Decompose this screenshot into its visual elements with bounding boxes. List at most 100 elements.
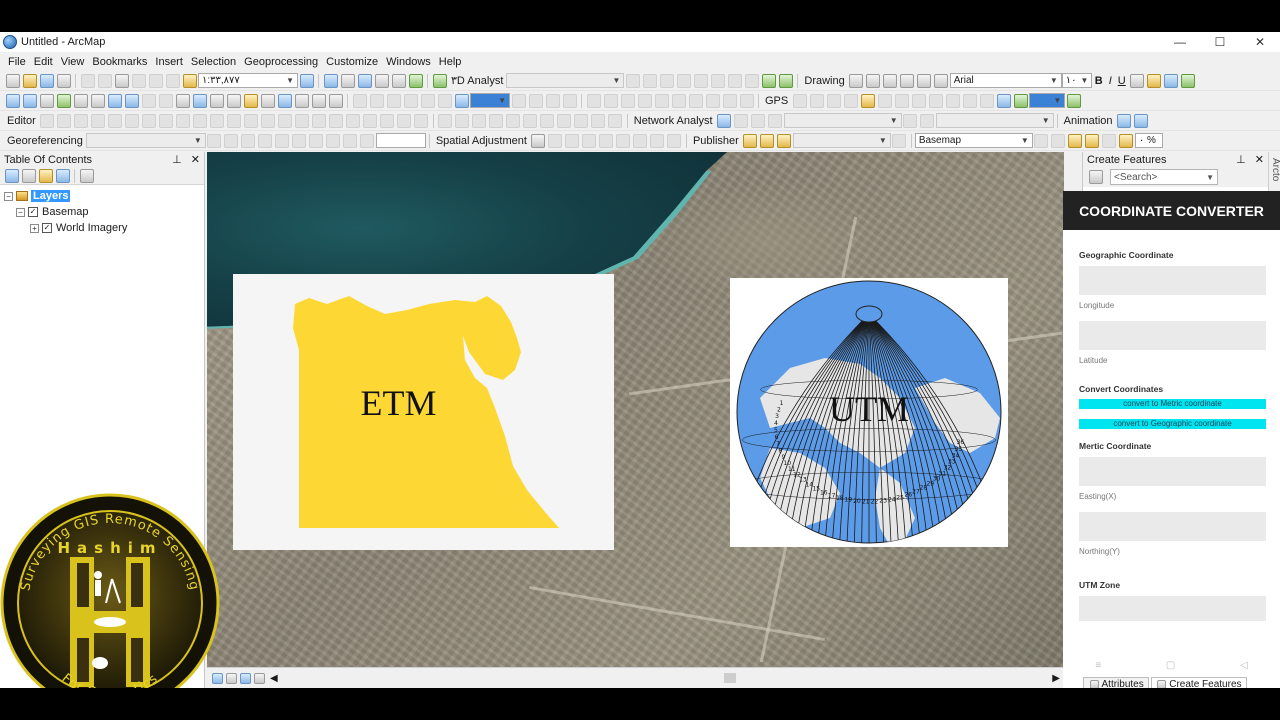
hyperlink-icon[interactable] (209, 93, 224, 108)
map-tips-icon[interactable] (996, 93, 1011, 108)
horizontal-scrollbar[interactable] (284, 671, 1053, 685)
new-displacement-link-icon[interactable] (548, 133, 563, 148)
georef-input-field[interactable] (375, 133, 426, 148)
menu-edit[interactable]: Edit (30, 56, 57, 68)
full-extent-icon[interactable] (56, 93, 71, 108)
nudge-icon[interactable] (739, 93, 754, 108)
template-search-input[interactable]: <Search> ▼ (1110, 169, 1218, 185)
editor-extra-7-icon[interactable] (380, 113, 395, 128)
flicker-layer-icon[interactable] (1102, 133, 1117, 148)
limited-adjustment-icon[interactable] (616, 133, 631, 148)
topology-extra-4-icon[interactable] (557, 113, 572, 128)
menu-help[interactable]: Help (435, 56, 466, 68)
gps-menu[interactable]: GPS (762, 95, 791, 107)
layer-tool-icon[interactable] (386, 93, 401, 108)
editor-extra-8-icon[interactable] (397, 113, 412, 128)
layout-tool-icon[interactable] (586, 93, 601, 108)
back-extent-icon[interactable] (107, 93, 122, 108)
transparency-icon[interactable] (1068, 133, 1083, 148)
effects-extra-icon[interactable] (1119, 133, 1134, 148)
viewer-window-icon[interactable] (328, 93, 343, 108)
interpolate-line-icon[interactable] (676, 73, 691, 88)
maximize-button[interactable]: ☐ (1200, 32, 1240, 52)
catalog-icon[interactable] (340, 73, 355, 88)
3d-analyst-icon[interactable] (432, 73, 447, 88)
copy-icon[interactable] (97, 73, 112, 88)
point-icon[interactable] (125, 113, 140, 128)
training-sample-icon[interactable] (511, 93, 526, 108)
swipe-layer-icon[interactable] (1085, 133, 1100, 148)
network-analyst-menu[interactable]: Network Analyst (631, 115, 716, 127)
line-color-icon[interactable] (1164, 73, 1179, 88)
attributes-icon[interactable] (227, 113, 242, 128)
close-icon[interactable]: ✕ (191, 154, 200, 166)
publisher-extra-icon[interactable] (892, 133, 907, 148)
layer-visibility-checkbox[interactable]: ✓ (28, 207, 38, 217)
sketch-properties-icon[interactable] (244, 113, 259, 128)
print-icon[interactable] (56, 73, 71, 88)
edit-tool-icon[interactable] (40, 113, 55, 128)
effects-icon[interactable] (437, 93, 452, 108)
fixed-zoom-in-icon[interactable] (73, 93, 88, 108)
pan-icon[interactable] (39, 93, 54, 108)
marker-color-icon[interactable] (1181, 73, 1196, 88)
animation-menu[interactable]: Animation (1061, 115, 1116, 127)
fill-color-icon[interactable] (1147, 73, 1162, 88)
steepest-path-icon[interactable] (642, 73, 657, 88)
list-by-selection-icon[interactable] (55, 168, 70, 183)
interpolate-polygon-icon[interactable] (710, 73, 725, 88)
view-link-icon[interactable] (599, 133, 614, 148)
layer-name[interactable]: Basemap (42, 206, 88, 218)
menu-windows[interactable]: Windows (382, 56, 435, 68)
refresh-icon[interactable] (239, 672, 251, 684)
editor-toolbar-icon[interactable] (299, 73, 314, 88)
rectangle-icon[interactable] (900, 73, 915, 88)
menu-selection[interactable]: Selection (187, 56, 240, 68)
identify-icon[interactable] (192, 93, 207, 108)
topology-extra-5-icon[interactable] (574, 113, 589, 128)
shift-georef-icon[interactable] (224, 133, 239, 148)
tab-create-features[interactable]: Create Features (1150, 676, 1247, 688)
fixed-zoom-out-icon[interactable] (90, 93, 105, 108)
topology-extra-6-icon[interactable] (591, 113, 606, 128)
edit-vertices-icon[interactable] (934, 73, 949, 88)
topology-fix-icon[interactable] (455, 113, 470, 128)
easting-field[interactable] (1079, 457, 1266, 486)
georef-extra-2-icon[interactable] (309, 133, 324, 148)
network-location-icon[interactable] (734, 113, 749, 128)
scatterplot-icon[interactable] (562, 93, 577, 108)
swipe-icon[interactable] (403, 93, 418, 108)
profile-graph-icon[interactable] (727, 73, 742, 88)
new-document-icon[interactable] (5, 73, 20, 88)
contrast-icon[interactable] (1034, 133, 1049, 148)
search-window-icon[interactable] (357, 73, 372, 88)
tracking-analyst-icon[interactable] (894, 93, 909, 108)
layer-visibility-checkbox[interactable]: ✓ (42, 223, 52, 233)
menu-bookmarks[interactable]: Bookmarks (88, 56, 151, 68)
menu-insert[interactable]: Insert (151, 56, 187, 68)
scroll-left-icon[interactable]: ◀ (270, 673, 278, 684)
measure-icon[interactable] (243, 93, 258, 108)
3d-analyst-menu[interactable]: ۳D Analyst (448, 74, 506, 87)
text-icon[interactable] (917, 73, 932, 88)
animation-capture-icon[interactable] (1134, 113, 1149, 128)
bold-button[interactable]: B (1092, 75, 1106, 87)
group-icon[interactable] (688, 93, 703, 108)
network-dataset-dropdown[interactable]: ▼ (783, 113, 902, 128)
zoom-in-icon[interactable] (5, 93, 20, 108)
network-solve-icon[interactable] (751, 113, 766, 128)
edit-annotation-icon[interactable] (57, 113, 72, 128)
list-by-drawing-order-icon[interactable] (4, 168, 19, 183)
align-icon[interactable] (654, 93, 669, 108)
layout-view-icon[interactable] (225, 672, 237, 684)
add-control-points-icon[interactable] (258, 133, 273, 148)
trace-icon[interactable] (108, 113, 123, 128)
georef-layer-dropdown[interactable]: ▼ (85, 133, 206, 148)
tracking-clock-icon[interactable] (945, 93, 960, 108)
publisher-menu[interactable]: Publisher (690, 135, 742, 147)
grid-icon[interactable] (620, 93, 635, 108)
rotate-georef-icon[interactable] (207, 133, 222, 148)
scrollbar-thumb[interactable] (723, 673, 736, 683)
editor-extra-3-icon[interactable] (312, 113, 327, 128)
organize-templates-icon[interactable] (1088, 170, 1103, 184)
